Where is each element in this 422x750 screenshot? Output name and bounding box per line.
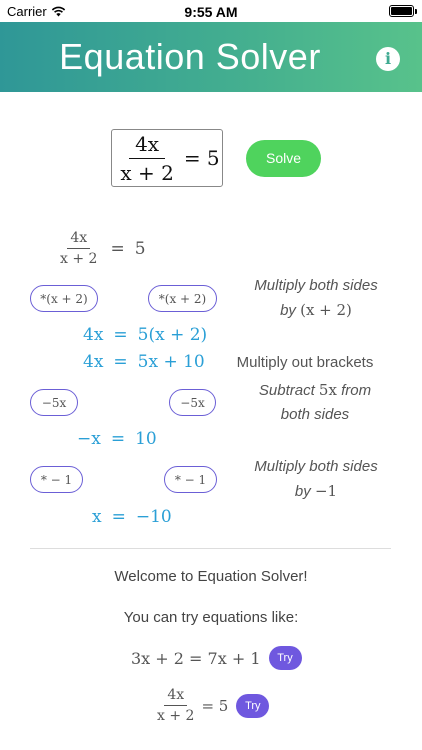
step-line3: −x = 10: [77, 429, 157, 449]
example-1: 3x + 2 = 7x + 1 Try: [131, 646, 302, 670]
step4-note-by: by: [294, 483, 311, 500]
input-fraction: 4x x + 2: [114, 132, 179, 185]
step4-pill-left[interactable]: * − 1: [30, 466, 83, 493]
example-2: 4x x + 2 = 5 Try: [154, 687, 270, 724]
line4-rhs: −10: [135, 507, 172, 527]
line3-rhs: 10: [135, 429, 157, 449]
step4-note-math: −1: [314, 482, 338, 500]
line1-rhs: 5(x + 2): [137, 325, 208, 345]
step-line4: x = −10: [92, 507, 172, 527]
line2-equals: =: [113, 352, 128, 372]
step3-pill-left[interactable]: −5x: [30, 389, 78, 416]
example-2-rhs: = 5: [201, 696, 229, 715]
app-header: Equation Solver i: [0, 22, 422, 92]
original-rhs: 5: [134, 238, 146, 259]
step3-note-subtract: Subtract: [258, 382, 315, 399]
step1-note-by: by: [280, 302, 296, 319]
step1-note-line1: Multiply both sides: [254, 277, 378, 294]
step3-note-line2: both sides: [280, 406, 350, 423]
status-bar: Carrier 9:55 AM: [0, 0, 422, 22]
step-original-equation: 4x x + 2 = 5: [57, 230, 146, 267]
step1-note: Multiply both sides by (x + 2): [236, 274, 396, 323]
line4-equals: =: [111, 507, 126, 527]
step3-note-from: from: [341, 382, 372, 399]
line4-lhs: x: [92, 507, 102, 527]
example-2-fraction: 4x x + 2: [154, 687, 197, 724]
example-2-numerator: 4x: [164, 687, 188, 706]
step1-note-line2: by (x + 2): [236, 298, 396, 323]
welcome-title: Welcome to Equation Solver!: [114, 568, 308, 585]
step1-note-math: (x + 2): [300, 301, 352, 319]
example-1-equation: 3x + 2 = 7x + 1: [131, 648, 261, 668]
input-denominator: x + 2: [120, 160, 174, 185]
step2-note: Multiply out brackets: [236, 354, 374, 371]
input-rhs: = 5: [183, 146, 220, 170]
original-fraction: 4x x + 2: [57, 230, 100, 267]
line2-rhs: 5x + 10: [137, 352, 205, 372]
step3-note-math: 5x: [318, 381, 337, 399]
step4-pill-right[interactable]: * − 1: [164, 466, 217, 493]
equation-input[interactable]: 4x x + 2 = 5: [111, 129, 223, 187]
step1-pill-left[interactable]: *(x + 2): [30, 285, 98, 312]
solve-button[interactable]: Solve: [246, 140, 321, 177]
step3-pill-right[interactable]: −5x: [169, 389, 216, 416]
info-icon[interactable]: i: [376, 47, 400, 71]
try-button-1[interactable]: Try: [268, 646, 302, 670]
line1-lhs: 4x: [83, 325, 104, 345]
line3-lhs: −x: [77, 429, 101, 449]
divider: [30, 548, 391, 549]
clock: 9:55 AM: [184, 4, 238, 20]
app-title: Equation Solver: [59, 36, 321, 77]
original-numerator: 4x: [67, 230, 91, 249]
step-line1: 4x = 5(x + 2): [83, 325, 207, 345]
step4-note-line1: Multiply both sides: [254, 458, 378, 475]
line3-equals: =: [110, 429, 126, 449]
step3-note-line1: Subtract 5x from: [240, 378, 390, 403]
line2-lhs: 4x: [83, 352, 104, 372]
try-button-2[interactable]: Try: [236, 693, 270, 718]
step4-note-line2: by −1: [236, 479, 396, 504]
line1-equals: =: [113, 325, 128, 345]
original-equals: =: [110, 238, 125, 259]
input-numerator: 4x: [129, 132, 166, 159]
step3-note: Subtract 5x from both sides: [240, 378, 390, 427]
try-prompt: You can try equations like:: [123, 609, 299, 626]
step-line2: 4x = 5x + 10: [83, 352, 205, 372]
step1-pill-right[interactable]: *(x + 2): [148, 285, 217, 312]
step4-note: Multiply both sides by −1: [236, 455, 396, 504]
battery-icon: [389, 5, 417, 17]
example-2-denominator: x + 2: [157, 708, 195, 724]
original-denominator: x + 2: [60, 251, 98, 267]
